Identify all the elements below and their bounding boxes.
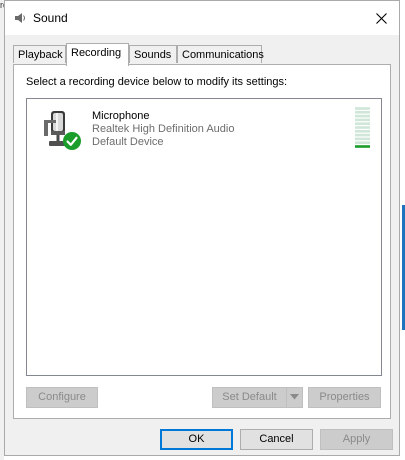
level-meter-segment	[355, 118, 370, 122]
level-meter-segment	[355, 130, 370, 133]
level-meter-segment	[355, 107, 370, 110]
level-meter-segment	[355, 114, 370, 118]
title-bar: Sound	[5, 1, 399, 35]
ok-button[interactable]: OK	[160, 429, 233, 450]
level-meter-segment	[355, 133, 370, 137]
speaker-icon	[15, 13, 25, 23]
close-icon	[375, 12, 387, 24]
apply-button[interactable]: Apply	[320, 429, 393, 450]
cancel-button[interactable]: Cancel	[240, 429, 313, 450]
tab-sounds[interactable]: Sounds	[129, 45, 177, 63]
microphone-icon	[44, 111, 81, 150]
level-meter-segment	[355, 111, 370, 114]
close-button[interactable]	[363, 1, 399, 35]
tab-playback[interactable]: Playback	[13, 45, 66, 63]
level-meter-segment	[355, 126, 370, 129]
sound-dialog: Sound Playback Recording Sounds Communic…	[4, 0, 400, 456]
device-driver: Realtek High Definition Audio	[92, 123, 235, 135]
set-default-dropdown[interactable]	[286, 387, 303, 408]
level-meter	[355, 107, 370, 148]
window-title: Sound	[33, 11, 68, 25]
properties-button[interactable]: Properties	[308, 387, 381, 408]
level-meter-segment	[355, 122, 370, 125]
instruction-text: Select a recording device below to modif…	[26, 76, 288, 88]
device-status: Default Device	[92, 136, 164, 148]
device-list[interactable]: Microphone Realtek High Definition Audio…	[26, 98, 382, 376]
tab-recording[interactable]: Recording	[66, 43, 129, 66]
device-item-microphone[interactable]: Microphone Realtek High Definition Audio…	[37, 103, 373, 153]
level-meter-segment	[355, 145, 370, 148]
device-name: Microphone	[92, 110, 150, 122]
set-default-button[interactable]: Set Default	[212, 387, 287, 408]
tab-communications[interactable]: Communications	[177, 45, 264, 63]
default-check-icon	[63, 132, 81, 150]
level-meter-segment	[355, 141, 370, 144]
configure-button[interactable]: Configure	[26, 387, 98, 408]
chevron-down-icon	[290, 394, 299, 400]
recording-panel: Select a recording device below to modif…	[13, 64, 391, 419]
level-meter-segment	[355, 137, 370, 141]
